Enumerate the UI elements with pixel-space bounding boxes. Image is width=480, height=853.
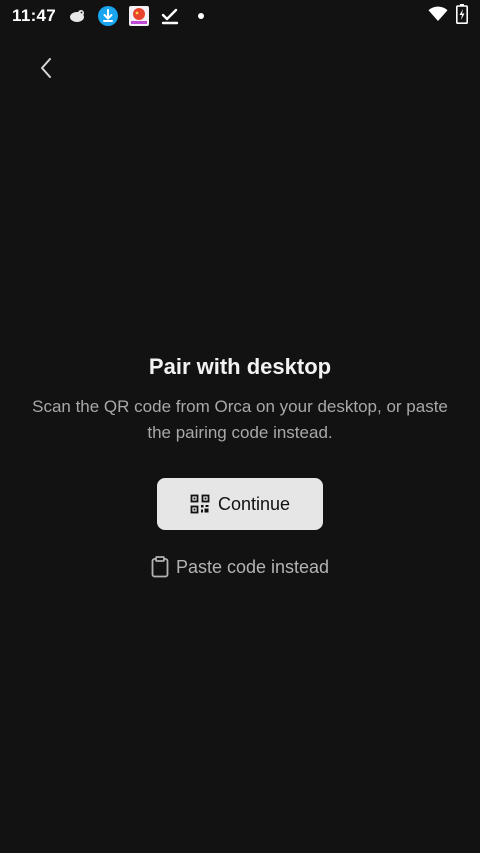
wifi-icon <box>428 6 448 27</box>
pair-screen: 11:47 Pair with desktop Scan the QR code… <box>0 0 480 853</box>
notification-icons <box>66 5 212 27</box>
continue-button-label: Continue <box>217 493 291 514</box>
back-button[interactable] <box>26 48 66 88</box>
pairing-panel: Pair with desktop Scan the QR code from … <box>0 350 480 578</box>
app-icon <box>128 5 150 27</box>
page-title: Pair with desktop <box>148 354 332 379</box>
dot-icon <box>190 5 212 27</box>
continue-button[interactable]: Continue <box>157 478 323 530</box>
paste-code-button[interactable]: Paste code instead <box>151 556 329 578</box>
status-bar: 11:47 <box>0 0 480 32</box>
status-time: 11:47 <box>12 6 57 25</box>
clipboard-icon <box>151 556 169 578</box>
system-icons <box>428 3 468 29</box>
paste-code-label: Paste code instead <box>175 556 330 577</box>
cloud-bird-icon <box>66 5 88 27</box>
qr-code-icon <box>190 494 210 514</box>
battery-charging-icon <box>456 3 468 29</box>
download-icon <box>97 5 119 27</box>
checklist-icon <box>159 5 181 27</box>
chevron-left-icon <box>41 58 51 78</box>
page-subtitle: Scan the QR code from Orca on your deskt… <box>32 397 448 442</box>
